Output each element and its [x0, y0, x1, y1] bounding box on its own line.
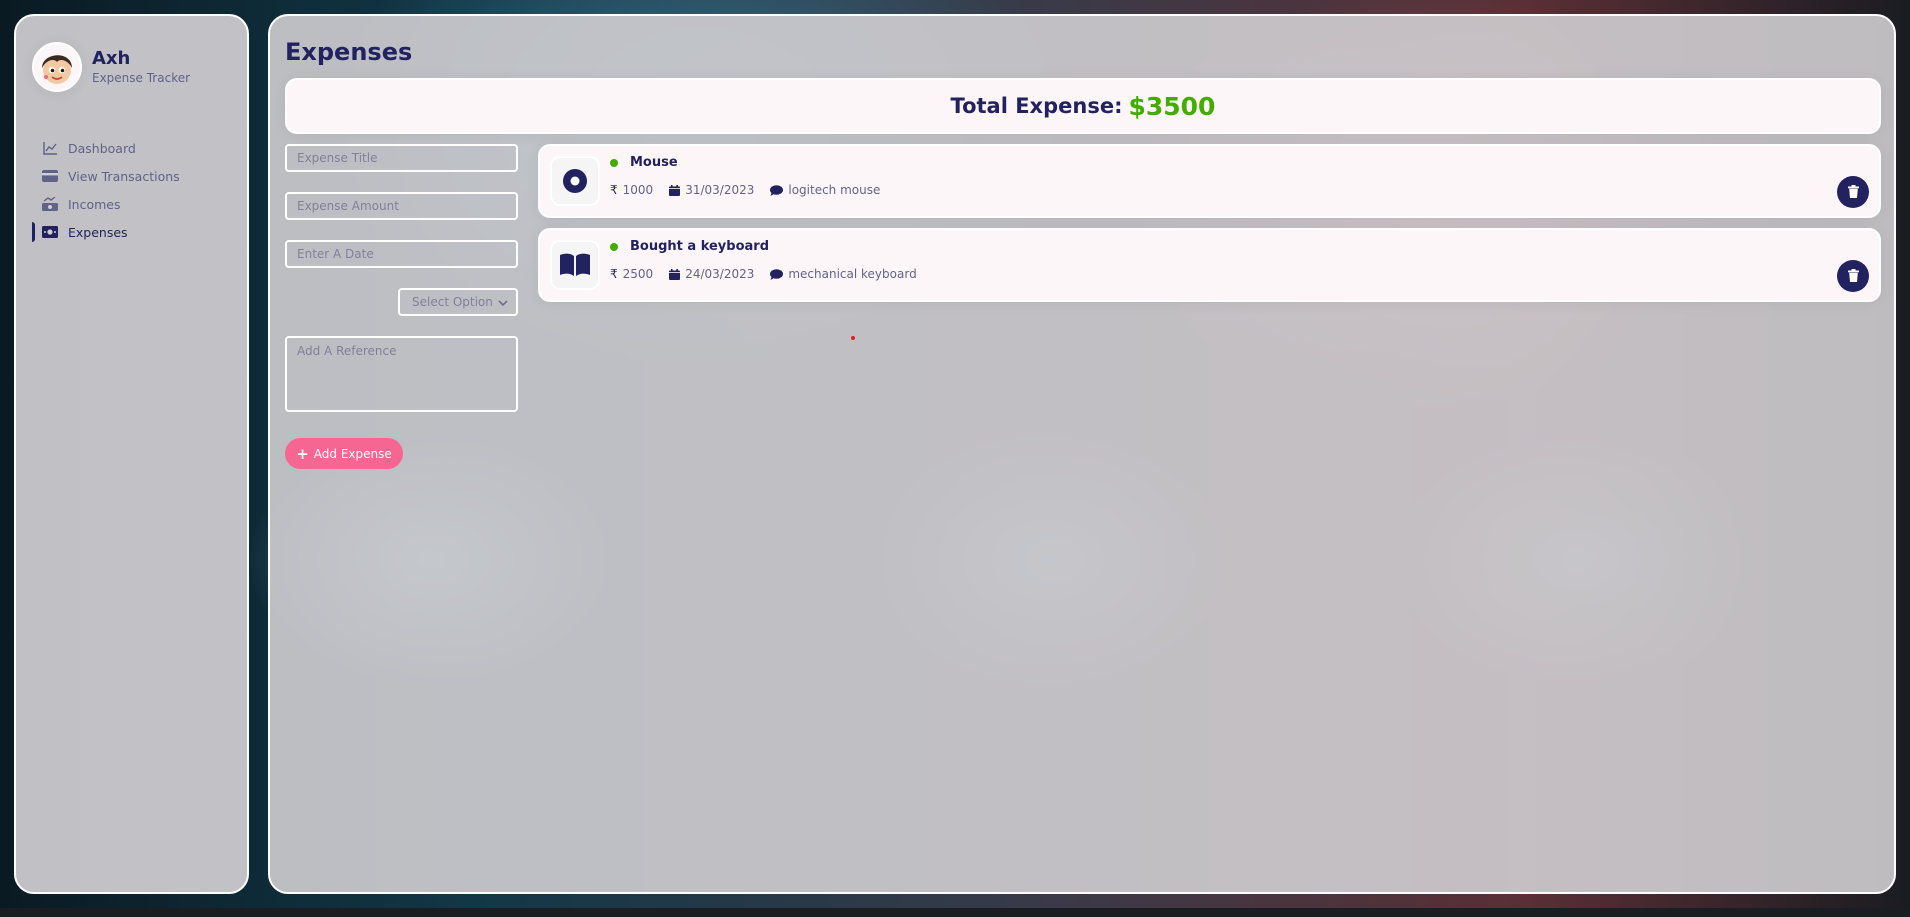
chevron-down-icon — [498, 295, 508, 309]
expense-title-input[interactable]: Expense Title — [285, 144, 518, 172]
expense-date-placeholder: Enter A Date — [297, 247, 374, 261]
expense-amount: 2500 — [622, 267, 654, 281]
book-open-icon — [550, 240, 600, 290]
avatar-image — [42, 55, 72, 84]
expense-item: Bought a keyboard ₹ 2500 24/03/2023 mech… — [538, 228, 1881, 302]
expense-title-placeholder: Expense Title — [297, 151, 378, 165]
sidebar-item-view-transactions[interactable]: View Transactions — [16, 162, 247, 190]
expense-date: 24/03/2023 — [685, 267, 755, 281]
sidebar-item-dashboard[interactable]: Dashboard — [16, 134, 247, 162]
sidebar-item-label: Dashboard — [68, 140, 136, 156]
plus-icon: + — [296, 444, 309, 463]
sidebar-item-expenses[interactable]: Expenses — [16, 218, 247, 246]
add-expense-button[interactable]: + Add Expense — [285, 438, 403, 469]
user-subtitle: Expense Tracker — [92, 71, 191, 85]
rupee-icon: ₹ — [610, 183, 618, 197]
sidebar-item-incomes[interactable]: Incomes — [16, 190, 247, 218]
expense-list: Mouse ₹ 1000 31/03/2023 logitech mouse B… — [538, 144, 1881, 312]
expense-description: logitech mouse — [788, 183, 881, 197]
avatar — [32, 42, 82, 92]
calendar-icon — [669, 184, 681, 196]
sidebar-item-label: View Transactions — [68, 168, 180, 184]
bottom-strip — [0, 908, 1910, 917]
circle-dot-icon — [550, 156, 600, 206]
expense-form: Expense Title Expense Amount Enter A Dat… — [285, 144, 518, 469]
main-panel: Expenses Total Expense: $3500 Expense Ti… — [268, 14, 1896, 894]
expense-amount-input[interactable]: Expense Amount — [285, 192, 518, 220]
money-bill-trend-up-icon — [42, 196, 58, 212]
add-expense-label: Add Expense — [313, 446, 392, 461]
reference-placeholder: Add A Reference — [297, 344, 397, 358]
delete-button[interactable] — [1837, 260, 1869, 292]
reference-textarea[interactable]: Add A Reference — [285, 336, 518, 412]
expense-title: Bought a keyboard — [630, 239, 770, 254]
expense-item: Mouse ₹ 1000 31/03/2023 logitech mouse — [538, 144, 1881, 218]
rupee-icon: ₹ — [610, 267, 618, 281]
chart-line-icon — [42, 140, 58, 156]
sidebar: Axh Expense Tracker Dashboard View Trans… — [14, 14, 249, 894]
sidebar-item-label: Incomes — [68, 196, 121, 212]
credit-card-icon — [42, 168, 58, 184]
expense-date-input[interactable]: Enter A Date — [285, 240, 518, 268]
sidebar-item-label: Expenses — [68, 224, 128, 240]
calendar-icon — [669, 268, 681, 280]
trash-icon — [1847, 267, 1859, 286]
comment-icon — [770, 268, 784, 280]
cursor-dot — [851, 336, 855, 340]
expense-amount-placeholder: Expense Amount — [297, 199, 399, 213]
money-bill-icon — [42, 224, 58, 240]
nav-menu: Dashboard View Transactions Incomes Expe… — [16, 134, 247, 246]
delete-button[interactable] — [1837, 176, 1869, 208]
total-expense-label: Total Expense: — [950, 94, 1123, 118]
category-select[interactable]: Select Option — [398, 288, 518, 316]
user-name: Axh — [92, 48, 131, 69]
expense-title: Mouse — [630, 155, 678, 170]
page-title: Expenses — [285, 38, 413, 66]
comment-icon — [770, 184, 784, 196]
expense-description: mechanical keyboard — [788, 267, 917, 281]
expense-amount: 1000 — [622, 183, 654, 197]
total-expense-card: Total Expense: $3500 — [285, 78, 1881, 134]
profile: Axh Expense Tracker — [32, 42, 190, 92]
total-expense-value: $3500 — [1128, 91, 1216, 121]
trash-icon — [1847, 183, 1859, 202]
status-dot — [610, 158, 618, 167]
expense-date: 31/03/2023 — [685, 183, 755, 197]
status-dot — [610, 242, 618, 251]
category-select-value: Select Option — [412, 295, 493, 309]
